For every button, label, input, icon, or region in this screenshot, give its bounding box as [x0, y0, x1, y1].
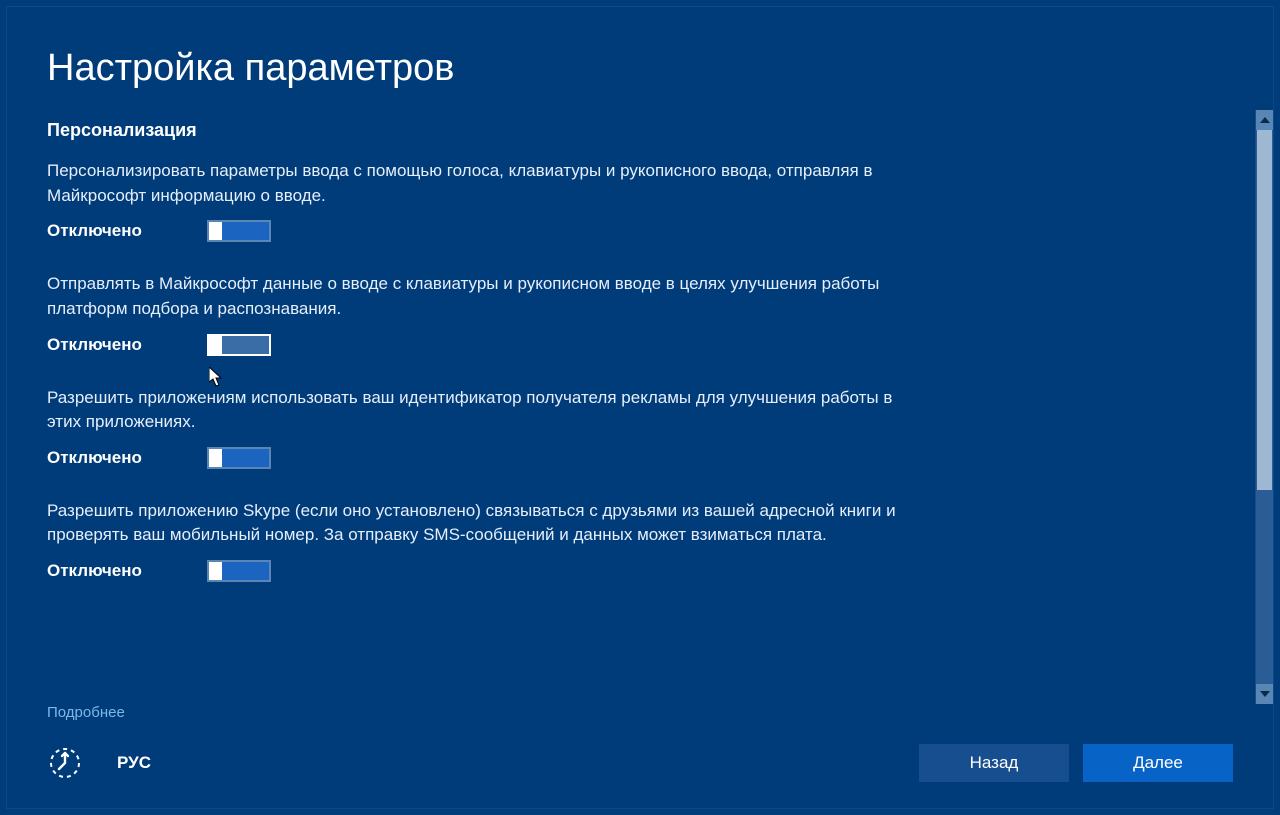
toggle-state-label: Отключено [47, 448, 207, 468]
toggle-switch[interactable] [207, 560, 271, 582]
setting-input-personalization: Персонализировать параметры ввода с помо… [47, 159, 907, 242]
toggle-row: Отключено [47, 334, 907, 356]
section-heading-personalization: Персонализация [47, 120, 1235, 141]
vertical-scrollbar[interactable] [1255, 110, 1273, 704]
back-button[interactable]: Назад [919, 744, 1069, 782]
scroll-thumb[interactable] [1257, 130, 1272, 490]
learn-more-row: Подробнее [7, 704, 1273, 740]
chevron-up-icon [1260, 117, 1270, 123]
scroll-up-button[interactable] [1256, 110, 1273, 130]
setting-desc: Разрешить приложению Skype (если оно уст… [47, 499, 907, 548]
scroll-track[interactable] [1256, 130, 1273, 684]
chevron-down-icon [1260, 691, 1270, 697]
oobe-settings-window: Настройка параметров Персонализация Перс… [6, 6, 1274, 809]
toggle-knob [209, 222, 222, 240]
setting-skype-contacts: Разрешить приложению Skype (если оно уст… [47, 499, 907, 582]
toggle-row: Отключено [47, 220, 907, 242]
setting-typing-data: Отправлять в Майкрософт данные о вводе с… [47, 272, 907, 355]
next-button[interactable]: Далее [1083, 744, 1233, 782]
ease-of-access-button[interactable] [47, 745, 83, 781]
setting-desc: Персонализировать параметры ввода с помо… [47, 159, 907, 208]
toggle-row: Отключено [47, 560, 907, 582]
toggle-state-label: Отключено [47, 335, 207, 355]
language-indicator[interactable]: РУС [117, 753, 151, 773]
toggle-switch[interactable] [207, 334, 271, 356]
body-row: Персонализация Персонализировать парамет… [7, 110, 1273, 704]
toggle-state-label: Отключено [47, 561, 207, 581]
toggle-knob [209, 449, 222, 467]
ease-of-access-icon [48, 746, 82, 780]
toggle-knob [209, 562, 222, 580]
setting-advertising-id: Разрешить приложениям использовать ваш и… [47, 386, 907, 469]
setting-desc: Разрешить приложениям использовать ваш и… [47, 386, 907, 435]
toggle-row: Отключено [47, 447, 907, 469]
page-title: Настройка параметров [7, 7, 1273, 110]
setting-desc: Отправлять в Майкрософт данные о вводе с… [47, 272, 907, 321]
toggle-switch[interactable] [207, 447, 271, 469]
scroll-down-button[interactable] [1256, 684, 1273, 704]
learn-more-link[interactable]: Подробнее [47, 704, 125, 721]
footer: РУС Назад Далее [7, 740, 1273, 808]
toggle-switch[interactable] [207, 220, 271, 242]
toggle-state-label: Отключено [47, 221, 207, 241]
toggle-knob [209, 336, 222, 354]
settings-content: Персонализация Персонализировать парамет… [7, 110, 1255, 704]
